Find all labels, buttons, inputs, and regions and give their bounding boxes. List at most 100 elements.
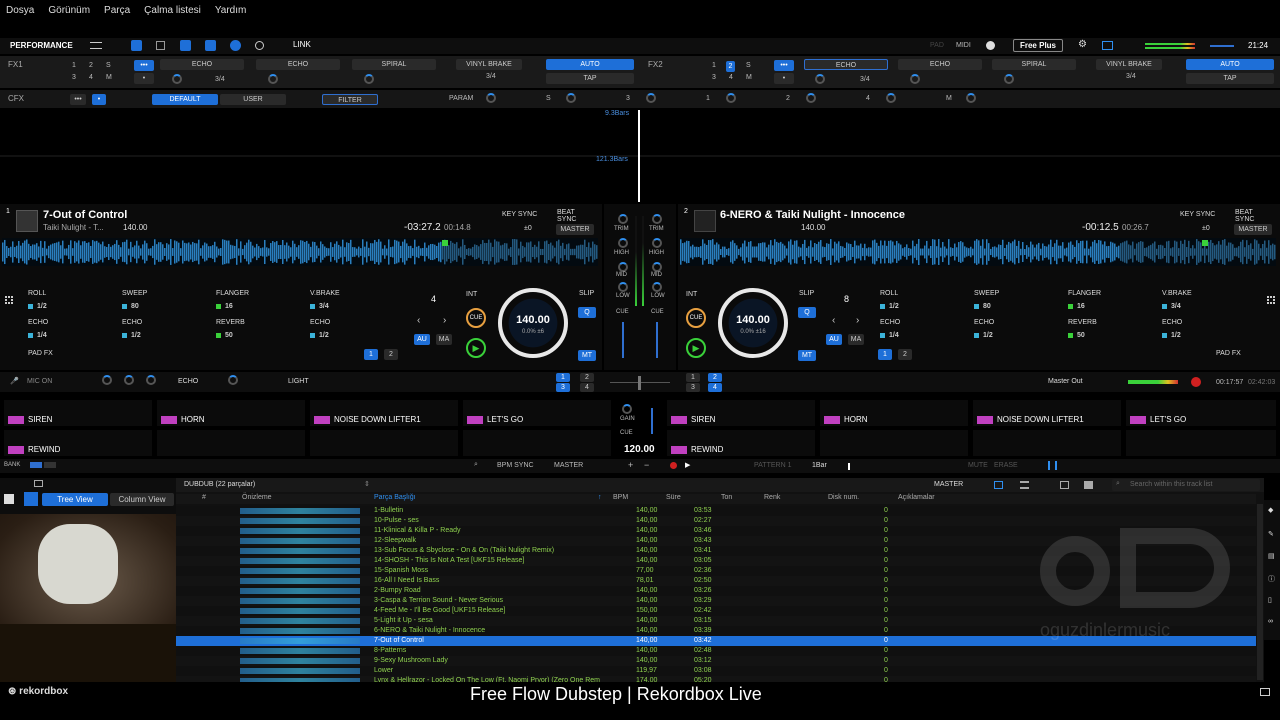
display-icon[interactable] bbox=[1102, 41, 1113, 50]
fx1-beat-4[interactable]: 4 bbox=[89, 74, 93, 81]
deck2-fx-5[interactable]: ECHO 1/4 bbox=[880, 319, 900, 339]
detail-view-icon[interactable] bbox=[1020, 481, 1029, 489]
sampler-slot-11[interactable]: NOISE DOWN LIFTER1 bbox=[973, 400, 1121, 426]
menu-lines-icon[interactable] bbox=[90, 42, 102, 49]
mid-knob-2[interactable] bbox=[652, 262, 662, 272]
col-preview[interactable]: Önizleme bbox=[242, 494, 272, 501]
deck2-loop-next-icon[interactable]: › bbox=[856, 315, 859, 326]
fx1-beat-3[interactable]: 3 bbox=[72, 74, 76, 81]
mobile-icon[interactable]: ▯ bbox=[1268, 596, 1272, 604]
link-icon[interactable]: ∞ bbox=[1268, 618, 1273, 625]
deck1-pad-grid-icon[interactable] bbox=[0, 288, 18, 318]
deck2-fx-6[interactable]: ECHO 1/2 bbox=[974, 319, 994, 339]
sampler-cue-label[interactable]: CUE bbox=[620, 430, 633, 436]
bar-select[interactable]: 1Bar bbox=[812, 462, 827, 469]
pattern-select[interactable]: PATTERN 1 bbox=[754, 462, 791, 469]
deck1-cue-button[interactable]: CUE bbox=[466, 308, 486, 328]
fx1-beat-2[interactable]: 2 bbox=[89, 62, 93, 69]
cross-3-right[interactable]: 3 bbox=[686, 383, 700, 392]
search-icon[interactable]: ⌕ bbox=[474, 461, 478, 469]
mic-hi-knob[interactable] bbox=[146, 375, 156, 385]
deck2-au-button[interactable]: AU bbox=[826, 334, 842, 345]
deck2-slip-button[interactable]: SLIP bbox=[799, 290, 814, 297]
deck1-page-2[interactable]: 2 bbox=[384, 349, 398, 360]
minus-icon[interactable]: − bbox=[644, 460, 649, 470]
track-search-input[interactable]: ⌕ Search within this track list bbox=[1112, 479, 1260, 491]
sampler-slot-5[interactable]: REWIND bbox=[4, 430, 152, 456]
preview-wave[interactable] bbox=[240, 648, 360, 654]
info-panel-icon[interactable]: ⓘ bbox=[1268, 574, 1275, 584]
deck1-int-select[interactable]: INT bbox=[466, 291, 477, 298]
sampler-slot-6[interactable] bbox=[157, 430, 305, 456]
table-row[interactable]: 1-Bulletin 140,00 03:53 0 bbox=[176, 506, 1256, 516]
sampler-slot-4[interactable]: LET'S GO bbox=[463, 400, 611, 426]
mic-low-knob[interactable] bbox=[102, 375, 112, 385]
search-panel-icon[interactable] bbox=[24, 492, 38, 506]
menu-file[interactable]: Dosya bbox=[6, 5, 34, 16]
record-button-icon[interactable] bbox=[1191, 377, 1201, 387]
table-row[interactable]: 10-Pulse - ses 140,00 02:27 0 bbox=[176, 516, 1256, 526]
deck1-fx-6[interactable]: ECHO 1/2 bbox=[122, 319, 142, 339]
fx2-beat-2[interactable]: 2 bbox=[726, 61, 735, 72]
deck2-pad-grid-icon[interactable] bbox=[1262, 288, 1280, 318]
bpm-sync-button[interactable]: BPM SYNC bbox=[497, 462, 534, 469]
preview-wave[interactable] bbox=[240, 608, 360, 614]
fx1-knob-1[interactable] bbox=[172, 74, 182, 84]
deck1-page-1[interactable]: 1 bbox=[364, 349, 378, 360]
grid-icon[interactable] bbox=[156, 41, 165, 50]
col-key[interactable]: Ton bbox=[721, 494, 732, 501]
deck1-mt-button[interactable]: MT bbox=[578, 350, 596, 361]
mic-icon[interactable]: 🎤 bbox=[10, 377, 19, 385]
deck2-int-select[interactable]: INT bbox=[686, 291, 697, 298]
light-select[interactable]: LIGHT bbox=[288, 378, 309, 385]
fx1-knob-3[interactable] bbox=[364, 74, 374, 84]
deck2-quantize-button[interactable]: Q bbox=[798, 307, 816, 318]
collection-icon[interactable] bbox=[4, 494, 14, 504]
menu-help[interactable]: Yardım bbox=[215, 5, 247, 16]
deck1-padfx-select[interactable]: PAD FX bbox=[28, 350, 53, 357]
folder-icon[interactable] bbox=[34, 480, 43, 487]
deck2-fx-2[interactable]: SWEEP 80 bbox=[974, 290, 999, 310]
fx1-dot-button[interactable]: • bbox=[134, 73, 154, 84]
preview-wave[interactable] bbox=[240, 578, 360, 584]
list-view-icon[interactable] bbox=[994, 481, 1003, 489]
deck2-loop-prev-icon[interactable]: ‹ bbox=[832, 315, 835, 326]
deck1-fx-2[interactable]: SWEEP 80 bbox=[122, 290, 147, 310]
preview-wave[interactable] bbox=[240, 668, 360, 674]
pen-icon[interactable]: ✎ bbox=[1268, 530, 1274, 538]
cfx-user-button[interactable]: USER bbox=[220, 94, 286, 105]
menu-view[interactable]: Görünüm bbox=[48, 5, 90, 16]
plan-badge[interactable]: Free Plus bbox=[1013, 39, 1063, 52]
deck1-fx-7[interactable]: REVERB 50 bbox=[216, 319, 245, 339]
preview-wave[interactable] bbox=[240, 548, 360, 554]
deck1-loop-length[interactable]: 4 bbox=[431, 294, 436, 304]
info-icon[interactable] bbox=[986, 41, 995, 50]
mic-on-label[interactable]: MIC ON bbox=[27, 378, 52, 385]
fx2-knob-1[interactable] bbox=[815, 74, 825, 84]
deck1-beat-sync[interactable]: BEAT SYNC bbox=[557, 209, 579, 223]
sampler-slot-16[interactable] bbox=[1126, 430, 1276, 456]
deck2-fx-7[interactable]: REVERB 50 bbox=[1068, 319, 1097, 339]
channel-fader-1[interactable] bbox=[622, 322, 624, 358]
fx1-beat-m[interactable]: M bbox=[106, 74, 112, 81]
cross-2-right[interactable]: 2 bbox=[708, 373, 722, 382]
seq-record-icon[interactable] bbox=[670, 462, 677, 469]
deck1-jog-wheel[interactable]: 140.00 0.0% ±6 bbox=[498, 288, 568, 358]
col-bpm[interactable]: BPM bbox=[613, 494, 628, 501]
bank-1[interactable] bbox=[30, 462, 42, 468]
playlist-sort-icon[interactable]: ⇕ bbox=[364, 480, 370, 488]
col-comment[interactable]: Açıklamalar bbox=[898, 494, 935, 501]
sampler-icon[interactable] bbox=[255, 41, 264, 50]
fx2-auto-button[interactable]: AUTO bbox=[1186, 59, 1274, 70]
waveform-overview[interactable]: 9.3Bars 121.3Bars bbox=[0, 110, 1280, 202]
sampler-slot-1[interactable]: SIREN bbox=[4, 400, 152, 426]
menu-track[interactable]: Parça bbox=[104, 5, 130, 16]
deck2-fx-3[interactable]: FLANGER 16 bbox=[1068, 290, 1101, 310]
sampler-slot-3[interactable]: NOISE DOWN LIFTER1 bbox=[310, 400, 458, 426]
table-row[interactable]: 9-Sexy Mushroom Lady 140,00 03:12 0 bbox=[176, 656, 1256, 666]
mic-mid-knob[interactable] bbox=[124, 375, 134, 385]
deck1-fx-4[interactable]: V.BRAKE 3/4 bbox=[310, 290, 340, 310]
fx1-beat-1[interactable]: 1 bbox=[72, 62, 76, 69]
sampler-slot-7[interactable] bbox=[310, 430, 458, 456]
cross-2-left[interactable]: 2 bbox=[580, 373, 594, 382]
